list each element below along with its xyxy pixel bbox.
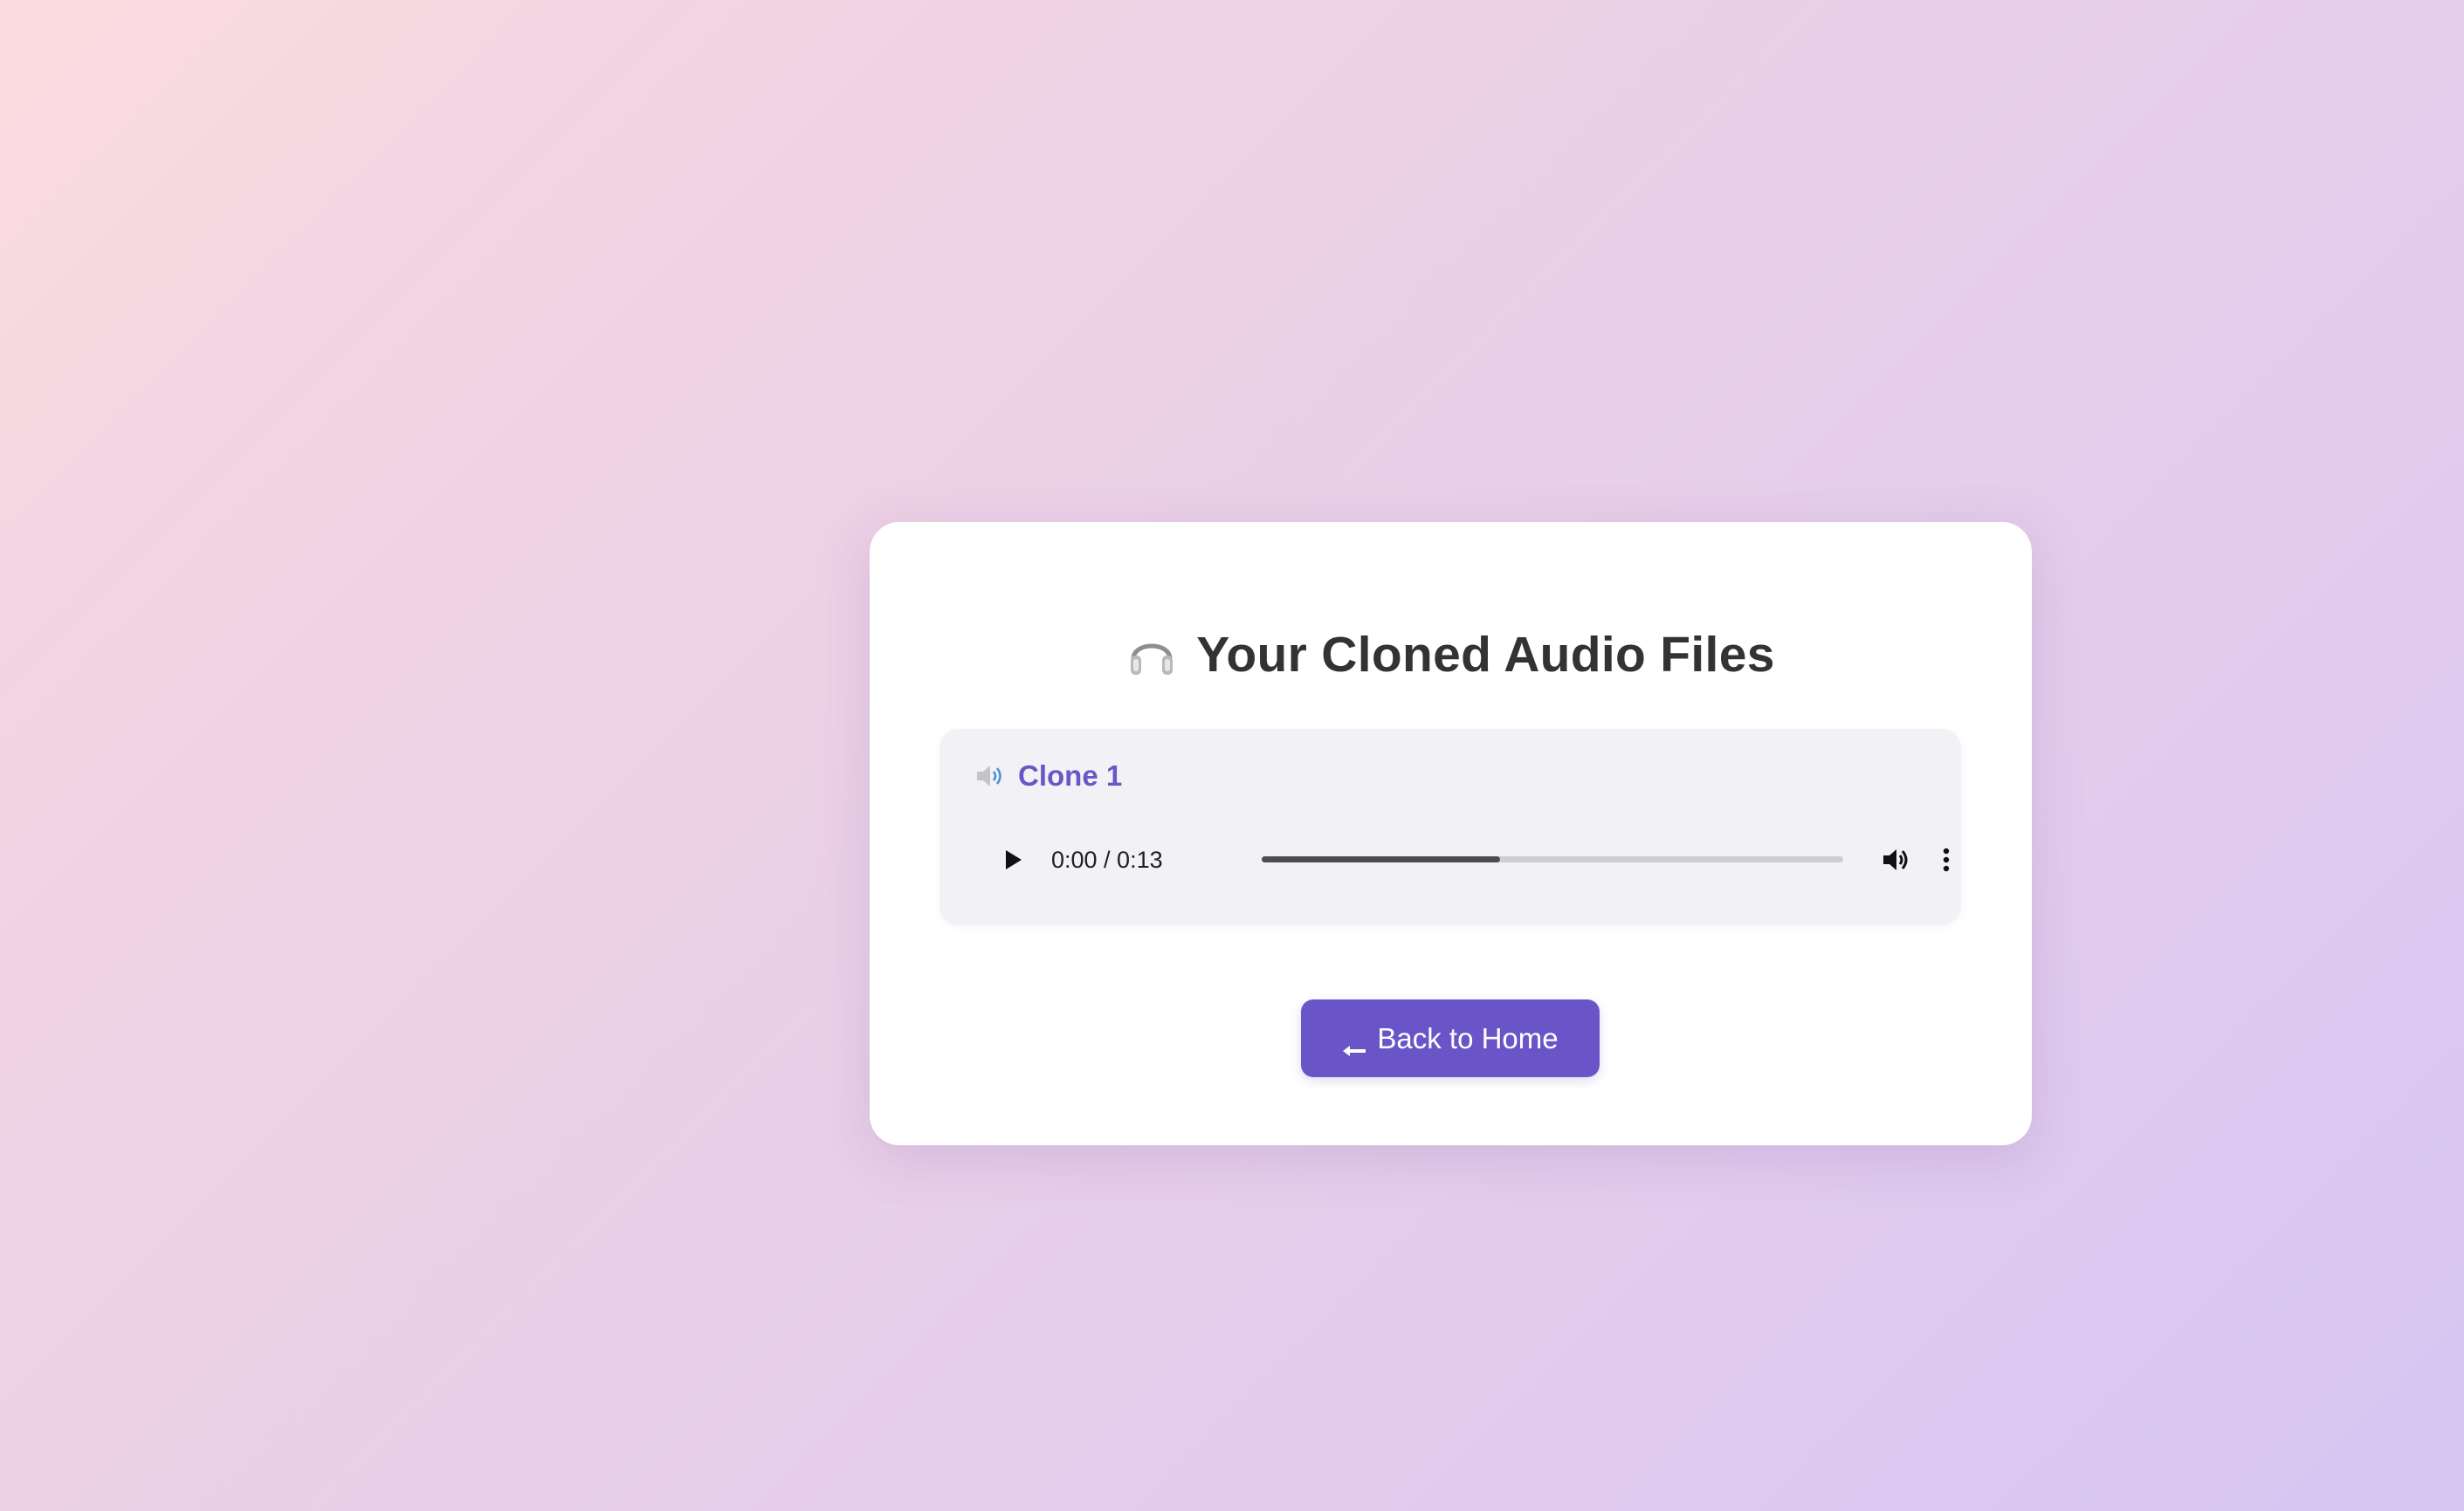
page-title-text: Your Cloned Audio Files [1196, 627, 1775, 683]
audio-clip-item: Clone 1 0:00 / 0:13 [939, 729, 1961, 925]
headphones-icon [1126, 629, 1177, 680]
more-vertical-icon [1943, 848, 1950, 872]
page-title: Your Cloned Audio Files [870, 620, 2032, 690]
play-icon [1006, 850, 1022, 869]
more-options-button[interactable] [1933, 842, 1959, 877]
seek-bar[interactable] [1262, 856, 1843, 862]
cloned-audio-card: Your Cloned Audio Files Clone 1 0:00 / 0… [870, 522, 2032, 1145]
clip-header: Clone 1 [974, 757, 1122, 795]
audio-player[interactable]: 0:00 / 0:13 [974, 825, 1950, 895]
arrow-left-icon [1342, 1032, 1366, 1056]
back-button-label: Back to Home [1377, 1021, 1559, 1054]
volume-button[interactable] [1879, 842, 1914, 877]
seek-progress [1262, 856, 1501, 862]
clip-label: Clone 1 [1018, 759, 1123, 792]
speaker-icon [974, 762, 1006, 790]
volume-icon [1883, 849, 1908, 870]
play-button[interactable] [995, 842, 1030, 877]
back-to-home-button[interactable]: Back to Home [1301, 999, 1600, 1077]
time-display: 0:00 / 0:13 [1051, 847, 1163, 873]
